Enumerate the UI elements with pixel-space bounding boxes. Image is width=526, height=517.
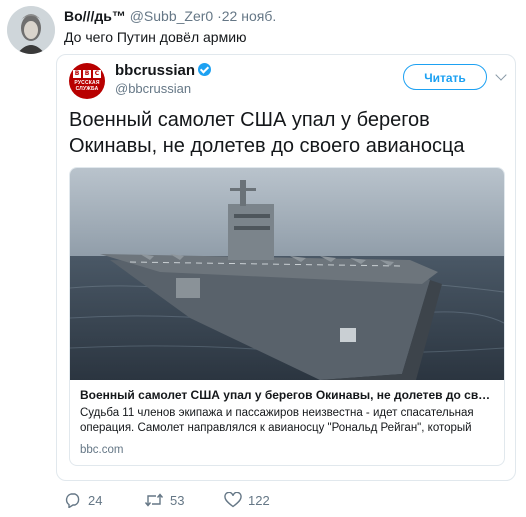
card-title[interactable]: Военный самолет США упал у берегов Окина… — [80, 388, 496, 402]
quoted-tweet[interactable]: B B C РУССКАЯ СЛУЖБА bbcrussian @bbcruss… — [56, 54, 516, 481]
source-name[interactable]: bbcrussian — [115, 62, 212, 80]
avatar[interactable] — [7, 6, 55, 54]
source-name-text: bbcrussian — [115, 62, 196, 79]
bbc-logo-service-line2: СЛУЖБА — [75, 86, 99, 92]
bbc-logo-letter: C — [93, 70, 101, 78]
author-handle[interactable]: @Subb_Zer0 — [130, 8, 213, 24]
tweet-timestamp[interactable]: ·22 нояб. — [217, 8, 276, 24]
source-handle[interactable]: @bbcrussian — [115, 81, 191, 96]
chevron-down-icon[interactable] — [495, 69, 507, 81]
reply-icon — [65, 493, 80, 508]
follow-button[interactable]: Читать — [403, 64, 487, 90]
retweet-count: 53 — [170, 492, 185, 508]
like-icon — [224, 492, 242, 508]
card-domain: bbc.com — [80, 444, 124, 456]
bbc-logo[interactable]: B B C РУССКАЯ СЛУЖБА — [69, 63, 105, 99]
link-card[interactable]: Военный самолет США упал у берегов Окина… — [69, 167, 505, 466]
like-button[interactable]: 122 — [224, 492, 270, 508]
retweet-button[interactable]: 53 — [144, 492, 184, 508]
quoted-headline: Военный самолет США упал у берегов Окина… — [69, 109, 465, 157]
card-description: Судьба 11 членов экипажа и пассажиров не… — [80, 407, 474, 434]
bbc-logo-service: РУССКАЯ СЛУЖБА — [69, 80, 105, 92]
like-count: 122 — [248, 492, 270, 508]
reply-count: 24 — [88, 492, 103, 508]
card-image[interactable] — [70, 168, 504, 380]
avatar-image — [7, 6, 55, 54]
author-name[interactable]: Во///дь™ — [64, 8, 126, 24]
tweet-text: До чего Путин довёл армию — [64, 29, 247, 45]
tweet-header: Во///дь™ @Subb_Zer0 ·22 нояб. — [64, 7, 276, 25]
retweet-icon — [144, 493, 164, 507]
bbc-logo-letter: B — [83, 70, 91, 78]
verified-icon — [198, 63, 212, 76]
bbc-logo-letter: B — [73, 70, 81, 78]
reply-button[interactable]: 24 — [64, 492, 102, 508]
